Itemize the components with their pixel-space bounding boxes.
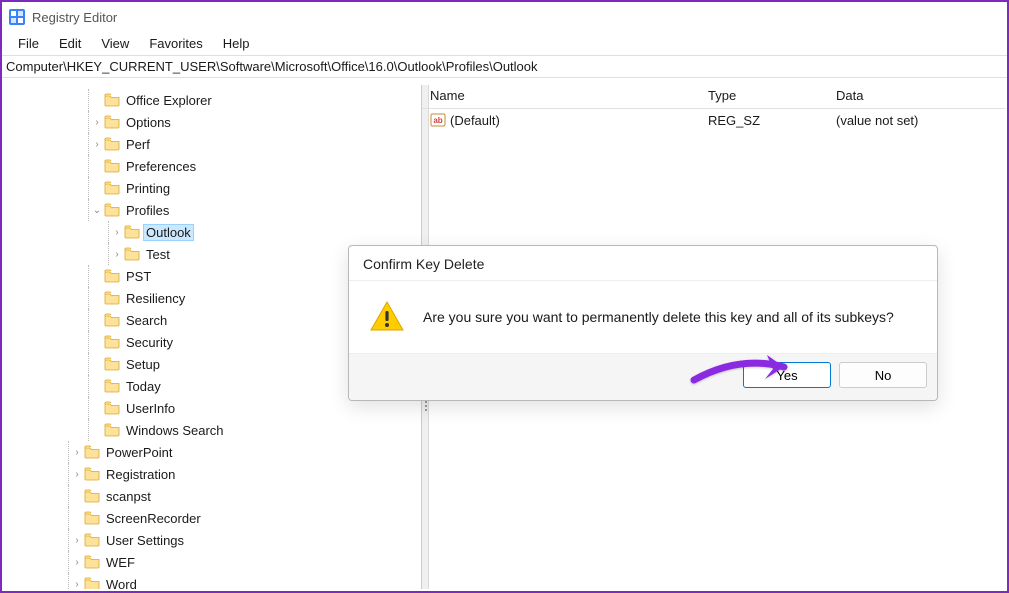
tree-item[interactable]: › WEF — [4, 551, 421, 573]
tree-item-label: ScreenRecorder — [104, 511, 203, 526]
menu-help[interactable]: Help — [213, 34, 260, 53]
chevron-right-icon[interactable]: › — [90, 117, 104, 128]
tree-item[interactable]: › Options — [4, 111, 421, 133]
folder-icon — [124, 225, 140, 239]
col-name[interactable]: Name — [422, 85, 700, 108]
tree-item-label: Security — [124, 335, 175, 350]
tree-item-label: Setup — [124, 357, 162, 372]
folder-icon — [104, 335, 120, 349]
tree-item-label: Registration — [104, 467, 177, 482]
chevron-right-icon[interactable]: › — [110, 227, 124, 238]
menu-file[interactable]: File — [8, 34, 49, 53]
tree-item[interactable]: ·Office Explorer — [4, 89, 421, 111]
menu-view[interactable]: View — [91, 34, 139, 53]
confirm-delete-dialog: Confirm Key Delete Are you sure you want… — [348, 245, 938, 401]
value-row[interactable]: ab (Default) REG_SZ(value not set) — [422, 109, 1005, 131]
chevron-right-icon[interactable]: › — [70, 447, 84, 458]
warning-icon — [369, 299, 405, 335]
tree-item-label: Today — [124, 379, 163, 394]
value-type: REG_SZ — [700, 113, 828, 128]
window-title: Registry Editor — [32, 10, 117, 25]
tree-item[interactable]: › User Settings — [4, 529, 421, 551]
tree-item[interactable]: › PowerPoint — [4, 441, 421, 463]
folder-icon — [124, 247, 140, 261]
tree-item-label: Options — [124, 115, 173, 130]
tree-item-label: Profiles — [124, 203, 171, 218]
no-button[interactable]: No — [839, 362, 927, 388]
svg-text:ab: ab — [433, 116, 442, 125]
tree-item-label: PST — [124, 269, 153, 284]
tree-item[interactable]: ·Preferences — [4, 155, 421, 177]
chevron-down-icon[interactable]: ⌄ — [90, 205, 104, 216]
chevron-right-icon[interactable]: › — [90, 139, 104, 150]
tree-item[interactable]: › Word — [4, 573, 421, 589]
tree-item-label: Printing — [124, 181, 172, 196]
folder-icon — [104, 423, 120, 437]
folder-icon — [104, 291, 120, 305]
folder-icon — [104, 137, 120, 151]
menubar: File Edit View Favorites Help — [2, 32, 1007, 56]
tree-item-label: Preferences — [124, 159, 198, 174]
tree-item[interactable]: › Outlook — [4, 221, 421, 243]
chevron-right-icon[interactable]: › — [70, 579, 84, 590]
folder-icon — [104, 357, 120, 371]
tree-item-label: PowerPoint — [104, 445, 174, 460]
address-bar[interactable]: Computer\HKEY_CURRENT_USER\Software\Micr… — [2, 56, 1007, 78]
folder-icon — [84, 489, 100, 503]
folder-icon — [104, 203, 120, 217]
tree-item-label: Word — [104, 577, 139, 590]
string-value-icon: ab — [430, 112, 446, 128]
tree-item[interactable]: ⌄ Profiles — [4, 199, 421, 221]
tree-item-label: Outlook — [144, 225, 193, 240]
tree-item-label: WEF — [104, 555, 137, 570]
folder-icon — [84, 511, 100, 525]
folder-icon — [104, 379, 120, 393]
tree-item-label: Windows Search — [124, 423, 226, 438]
col-type[interactable]: Type — [700, 85, 828, 108]
tree-item-label: Test — [144, 247, 172, 262]
folder-icon — [104, 181, 120, 195]
folder-icon — [84, 555, 100, 569]
tree-item[interactable]: ·ScreenRecorder — [4, 507, 421, 529]
titlebar: Registry Editor — [2, 2, 1007, 32]
folder-icon — [104, 115, 120, 129]
menu-edit[interactable]: Edit — [49, 34, 91, 53]
folder-icon — [104, 93, 120, 107]
column-headers: Name Type Data — [422, 85, 1005, 109]
folder-icon — [84, 445, 100, 459]
address-path: Computer\HKEY_CURRENT_USER\Software\Micr… — [6, 59, 538, 74]
tree-item-label: Search — [124, 313, 169, 328]
menu-favorites[interactable]: Favorites — [139, 34, 212, 53]
tree-item-label: UserInfo — [124, 401, 177, 416]
folder-icon — [104, 159, 120, 173]
dialog-message: Are you sure you want to permanently del… — [423, 309, 894, 325]
tree-item-label: User Settings — [104, 533, 186, 548]
tree-item[interactable]: ·Printing — [4, 177, 421, 199]
dialog-title: Confirm Key Delete — [349, 246, 937, 281]
folder-icon — [104, 401, 120, 415]
tree-item-label: Resiliency — [124, 291, 187, 306]
col-data[interactable]: Data — [828, 85, 1005, 108]
folder-icon — [84, 577, 100, 589]
tree-item[interactable]: › Perf — [4, 133, 421, 155]
tree-item-label: Office Explorer — [124, 93, 214, 108]
folder-icon — [104, 313, 120, 327]
dialog-button-row: Yes No — [349, 353, 937, 400]
chevron-right-icon[interactable]: › — [110, 249, 124, 260]
chevron-right-icon[interactable]: › — [70, 557, 84, 568]
tree-item[interactable]: › Registration — [4, 463, 421, 485]
chevron-right-icon[interactable]: › — [70, 469, 84, 480]
folder-icon — [84, 467, 100, 481]
yes-button[interactable]: Yes — [743, 362, 831, 388]
regedit-icon — [8, 8, 26, 26]
tree-item[interactable]: ·Windows Search — [4, 419, 421, 441]
folder-icon — [104, 269, 120, 283]
tree-item[interactable]: ·scanpst — [4, 485, 421, 507]
chevron-right-icon[interactable]: › — [70, 535, 84, 546]
value-data: (value not set) — [828, 113, 1005, 128]
tree-item-label: Perf — [124, 137, 152, 152]
tree-item-label: scanpst — [104, 489, 153, 504]
folder-icon — [84, 533, 100, 547]
value-name: (Default) — [450, 113, 500, 128]
